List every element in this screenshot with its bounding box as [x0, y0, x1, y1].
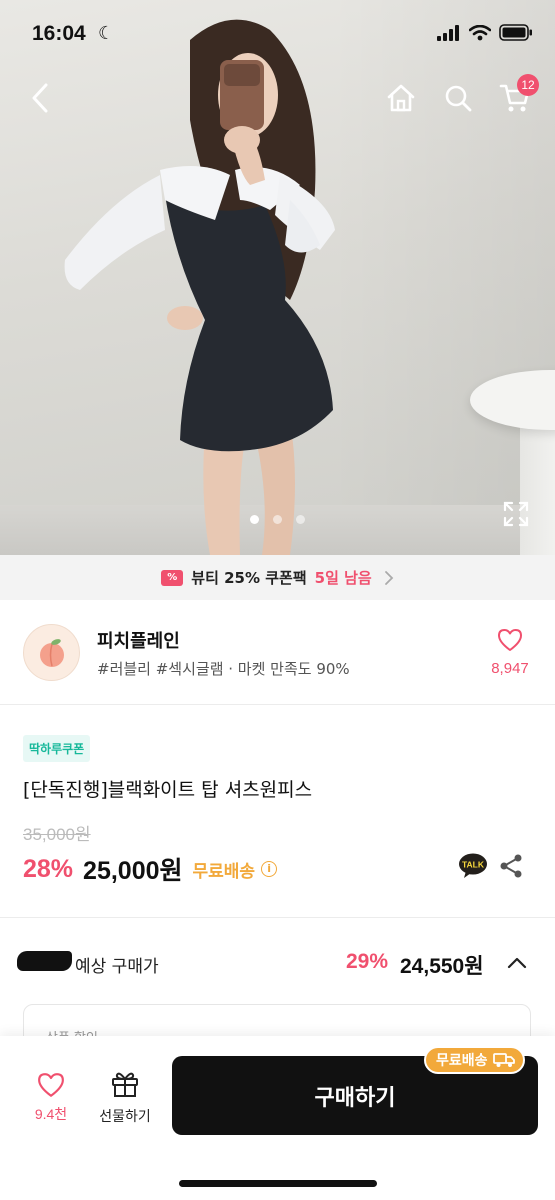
original-price: 35,000원 [23, 825, 91, 844]
product-info: 딱하루쿠폰 [단독진행]블랙화이트 탑 셔츠원피스 35,000원 28% 25… [0, 705, 555, 918]
moon-icon: ☾ [98, 23, 115, 44]
talk-label: TALK [462, 860, 485, 870]
coupon-icon: % [161, 569, 184, 586]
coupon-deadline: 5일 남음 [314, 569, 372, 587]
battery-icon [499, 24, 532, 41]
gift-icon [112, 1072, 138, 1097]
redacted-mark [17, 951, 72, 971]
search-button[interactable] [440, 80, 476, 116]
expand-icon [503, 501, 529, 527]
cellular-signal-icon [437, 24, 459, 41]
product-title: [단독진행]블랙화이트 탑 셔츠원피스 [23, 779, 313, 801]
expected-price: 24,550원 [400, 955, 484, 978]
price-row: 28% 25,000원 무료배송 i [23, 851, 278, 887]
expected-price-label: 예상 구매가 [75, 957, 159, 977]
back-chevron-icon [32, 83, 48, 113]
heart-icon [38, 1073, 64, 1097]
shop-tags: #러블리 #섹시글램 · 마켓 만족도 90% [97, 660, 350, 678]
cart-count-badge: 12 [517, 74, 539, 96]
chevron-right-icon [384, 570, 393, 585]
share-icon [500, 854, 522, 878]
free-shipping-bubble-label: 무료배송 [436, 1053, 488, 1069]
gallery-dot[interactable] [250, 515, 259, 524]
chevron-up-icon[interactable] [506, 952, 528, 974]
shop-like-button[interactable]: 8,947 [484, 628, 536, 677]
gift-button[interactable]: 선물하기 [92, 1070, 158, 1126]
share-button[interactable] [498, 853, 524, 879]
heart-icon [498, 629, 522, 651]
shop-logo[interactable] [23, 624, 80, 681]
shop-info[interactable]: 피치플레인 #러블리 #섹시글램 · 마켓 만족도 90% 8,947 [0, 600, 555, 705]
discount-rate: 28% [23, 854, 74, 883]
coupon-banner-text: 뷰티 25% 쿠폰팩 [191, 569, 307, 587]
back-button[interactable] [22, 80, 58, 116]
gallery-dot[interactable] [296, 515, 305, 524]
search-icon [445, 85, 472, 112]
cart-button[interactable]: 12 [497, 74, 539, 116]
gallery-pagination [0, 515, 555, 524]
kakao-talk-icon: TALK [459, 853, 487, 878]
kakao-talk-share-button[interactable]: TALK [458, 853, 488, 878]
shop-name[interactable]: 피치플레인 [97, 627, 180, 653]
sale-price: 25,000원 [83, 857, 183, 885]
home-icon [387, 84, 415, 112]
home-button[interactable] [383, 80, 419, 116]
info-icon[interactable]: i [261, 861, 278, 877]
status-icons [437, 24, 533, 41]
expected-price-section[interactable]: 예상 구매가 29% 24,550원 [0, 918, 555, 1008]
gift-label: 선물하기 [99, 1109, 151, 1125]
status-time: 16:04 [32, 22, 86, 45]
like-count: 9.4천 [34, 1106, 68, 1122]
free-shipping-bubble: 무료배송 [424, 1046, 525, 1074]
coupon-banner[interactable]: % 뷰티 25% 쿠폰팩 5일 남음 [0, 555, 555, 600]
wifi-icon [469, 24, 491, 40]
bottom-action-bar: 9.4천 선물하기 구매하기 무료배송 [0, 1036, 555, 1200]
status-bar: 16:04 ☾ [0, 0, 555, 70]
expected-discount: 29% [346, 950, 389, 973]
like-button[interactable]: 9.4천 [25, 1072, 77, 1124]
peach-icon [39, 638, 64, 667]
home-indicator[interactable] [179, 1180, 377, 1187]
shop-like-count: 8,947 [491, 660, 529, 677]
promo-badge: 딱하루쿠폰 [23, 735, 91, 762]
expand-image-button[interactable] [502, 500, 530, 528]
truck-icon [492, 1053, 515, 1067]
free-shipping-label: 무료배송 [192, 861, 256, 882]
gallery-dot[interactable] [273, 515, 282, 524]
